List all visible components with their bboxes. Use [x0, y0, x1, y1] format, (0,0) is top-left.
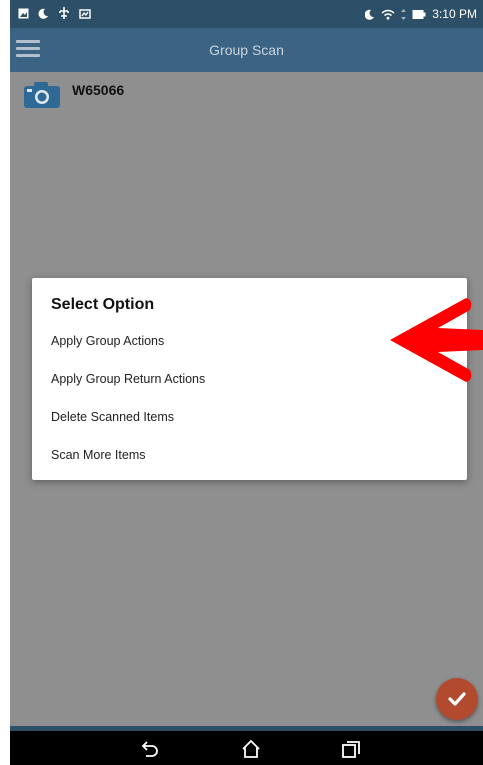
status-indicators: 3:10 PM: [365, 7, 477, 21]
option-apply-group-actions[interactable]: Apply Group Actions: [51, 330, 351, 352]
signal-arrows-icon: [401, 8, 407, 20]
recents-icon[interactable]: [340, 738, 362, 760]
usb-notification-icon: [59, 7, 69, 19]
option-delete-scanned-items[interactable]: Delete Scanned Items: [51, 406, 351, 428]
gallery-notification-icon: [18, 8, 29, 18]
device-screen: 3:10 PM Group Scan W65066 Select Option …: [10, 0, 483, 765]
scanned-item[interactable]: W65066: [24, 80, 124, 108]
camera-icon: [24, 82, 60, 108]
navigation-bar: [10, 731, 483, 765]
wifi-icon: [381, 9, 395, 20]
annotation-arrow-icon: [390, 298, 483, 382]
photo-notification-icon: [79, 8, 91, 19]
scanned-item-id: W65066: [72, 82, 125, 98]
back-icon[interactable]: [138, 738, 160, 760]
page-title: Group Scan: [209, 42, 284, 58]
home-icon[interactable]: [240, 738, 262, 760]
moon-notification-icon: [38, 8, 48, 19]
dialog-title: Select Option: [51, 296, 155, 313]
status-bar: 3:10 PM: [10, 0, 483, 28]
app-bar: Group Scan: [10, 28, 483, 72]
option-apply-group-return-actions[interactable]: Apply Group Return Actions: [51, 368, 351, 390]
status-notifications: [18, 7, 91, 19]
confirm-fab-button[interactable]: [436, 678, 478, 720]
battery-icon: [412, 9, 426, 19]
option-scan-more-items[interactable]: Scan More Items: [51, 444, 351, 466]
checkmark-icon: [448, 692, 466, 706]
moon-icon: [365, 9, 375, 20]
status-time: 3:10 PM: [432, 7, 477, 21]
